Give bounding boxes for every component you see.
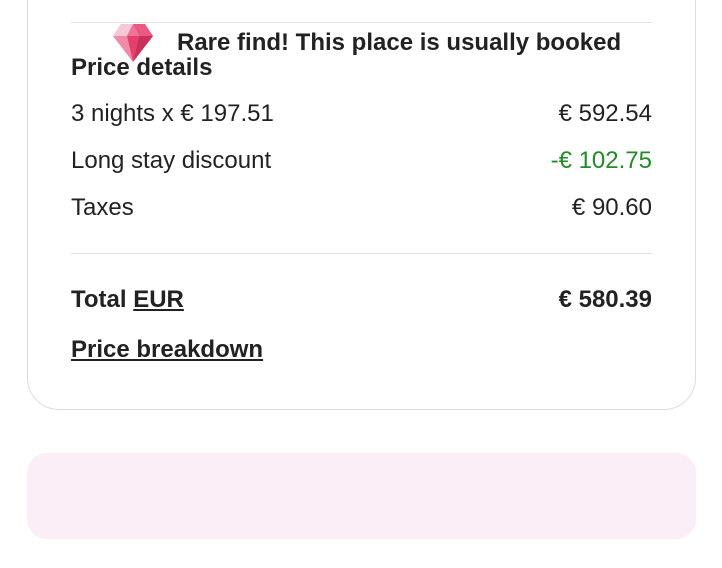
- taxes-value: € 90.60: [571, 194, 652, 221]
- long-stay-discount-label: Long stay discount: [71, 147, 272, 174]
- total-row: Total EUR € 580.39: [71, 284, 652, 316]
- total-label-group: Total EUR: [71, 284, 184, 316]
- long-stay-discount-value: -€ 102.75: [550, 147, 652, 174]
- rare-find-banner: [27, 453, 696, 539]
- total-divider: [71, 253, 652, 254]
- rare-find-text: Rare find! This place is usually booked: [177, 29, 622, 56]
- top-divider: [71, 22, 652, 23]
- total-label: Total: [71, 286, 134, 313]
- long-stay-discount-row: Long stay discount -€ 102.75: [71, 146, 652, 176]
- nightly-rate-label: 3 nights x € 197.51: [71, 100, 274, 127]
- currency-link[interactable]: EUR: [133, 286, 184, 313]
- nightly-rate-row: 3 nights x € 197.51 € 592.54: [71, 99, 652, 129]
- total-value: € 580.39: [558, 286, 652, 313]
- taxes-row: Taxes € 90.60: [71, 193, 652, 223]
- price-breakdown-link[interactable]: Price breakdown: [71, 334, 263, 366]
- nightly-rate-value: € 592.54: [558, 100, 652, 127]
- diamond-icon: [113, 24, 153, 62]
- taxes-label: Taxes: [71, 194, 134, 221]
